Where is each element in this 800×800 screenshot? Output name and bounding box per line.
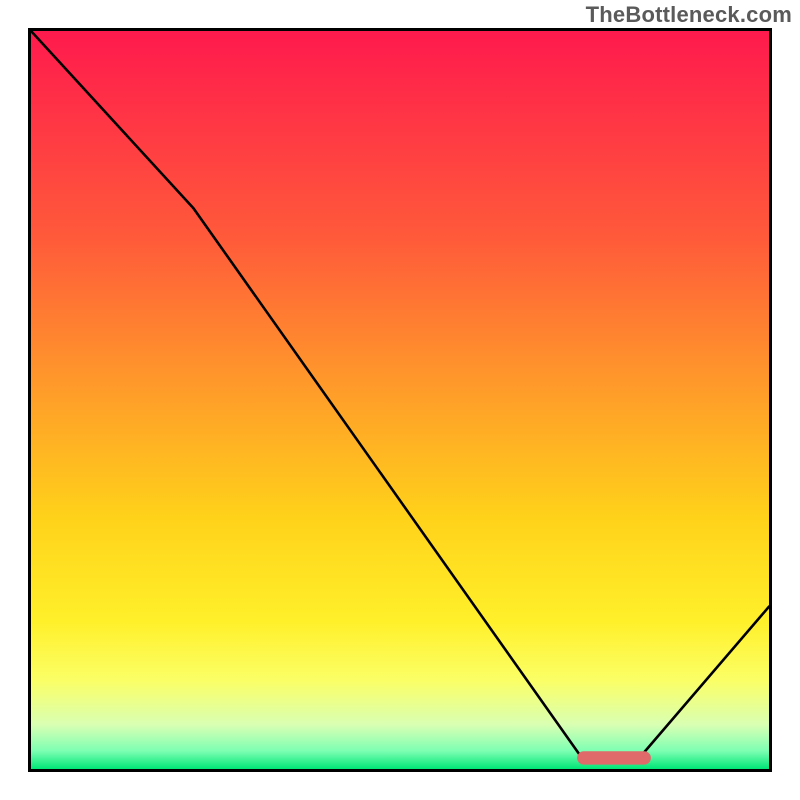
chart-overlay [31, 31, 769, 769]
bottleneck-curve [31, 31, 769, 762]
watermark-label: TheBottleneck.com [586, 2, 792, 28]
plot-area [28, 28, 772, 772]
optimal-range-marker [577, 751, 651, 764]
chart-stage: TheBottleneck.com [0, 0, 800, 800]
